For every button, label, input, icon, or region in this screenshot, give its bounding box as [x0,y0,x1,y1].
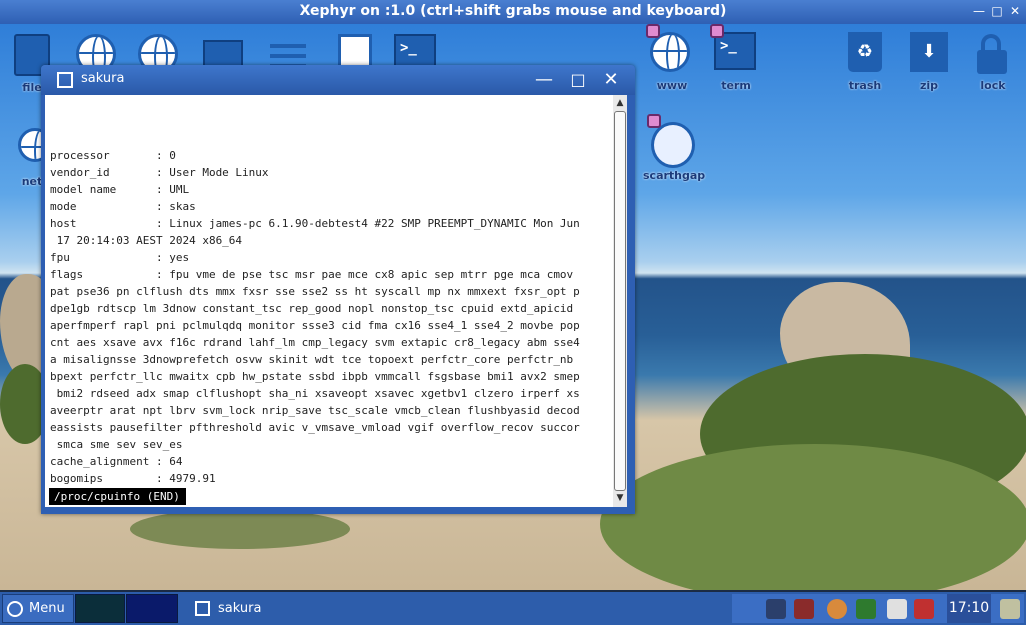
workspace-1[interactable] [75,594,125,623]
xephyr-titlebar: Xephyr on :1.0 (ctrl+shift grabs mouse a… [0,0,1026,24]
battery-stack-icon[interactable] [856,599,876,619]
menu-label: Menu [29,601,65,616]
bush [130,509,350,549]
recycle-bin-icon: ♻ [843,32,887,76]
xephyr-title: Xephyr on :1.0 (ctrl+shift grabs mouse a… [299,3,727,19]
volume-meter-icon[interactable] [914,599,934,619]
close-icon[interactable]: ✕ [1008,4,1022,18]
user-icon[interactable] [766,599,786,619]
scrollbar[interactable]: ▲ ▼ [613,95,627,507]
bush [600,444,1026,590]
desktop-icon-scarthgap[interactable]: scarthgap [643,114,705,182]
window-icon [195,601,210,616]
terminal-icon: >_ [710,24,758,76]
window-title: sakura [81,71,125,86]
pager-status: /proc/cpuinfo (END) [49,488,186,505]
desktop-icon-term[interactable]: >_ term [706,24,766,92]
sakura-window[interactable]: sakura — □ ✕ processor : 0 vendor_id : U… [41,65,635,514]
terminal-content[interactable]: processor : 0 vendor_id : User Mode Linu… [45,95,613,507]
clock[interactable]: 17:10 [947,594,991,623]
window-titlebar[interactable]: sakura — □ ✕ [41,65,635,95]
desktop: file >_ www >_ term ♻ trash ⬇ zip lock n… [0,24,1026,590]
scrollbar-thumb[interactable] [614,111,626,491]
dog-mascot-icon [647,114,695,168]
window-menu-icon[interactable] [57,72,73,88]
padlock-icon [971,32,1015,76]
keyboard-icon[interactable] [887,599,907,619]
desktop-icon-lock[interactable]: lock [963,32,1023,92]
lock-badge-icon [647,114,661,128]
workspace-2[interactable] [126,594,178,623]
maximize-icon[interactable]: □ [567,69,589,91]
taskbar: Menu sakura 17:10 [0,592,1026,625]
minimize-icon[interactable]: — [972,4,986,18]
lock-badge-icon [710,24,724,38]
scroll-up-icon[interactable]: ▲ [613,97,627,110]
desktop-icon-www[interactable]: www [642,24,702,92]
archive-icon: ⬇ [907,32,951,76]
terminal-output: processor : 0 vendor_id : User Mode Linu… [50,149,580,485]
scroll-down-icon[interactable]: ▼ [613,492,627,505]
power-icon [7,600,23,617]
desktop-icon-zip[interactable]: ⬇ zip [899,32,959,92]
lock-badge-icon [646,24,660,38]
taskbar-task-sakura[interactable]: sakura [188,594,728,623]
minimize-icon[interactable]: — [533,69,555,91]
printer-icon[interactable] [1000,599,1020,619]
network-disconnected-icon[interactable] [794,599,814,619]
color-picker-icon[interactable] [827,599,847,619]
globe-icon [646,24,694,76]
task-label: sakura [218,601,262,616]
close-icon[interactable]: ✕ [600,69,622,91]
menu-button[interactable]: Menu [2,594,74,623]
desktop-icon-trash[interactable]: ♻ trash [835,32,895,92]
maximize-icon[interactable]: □ [990,4,1004,18]
